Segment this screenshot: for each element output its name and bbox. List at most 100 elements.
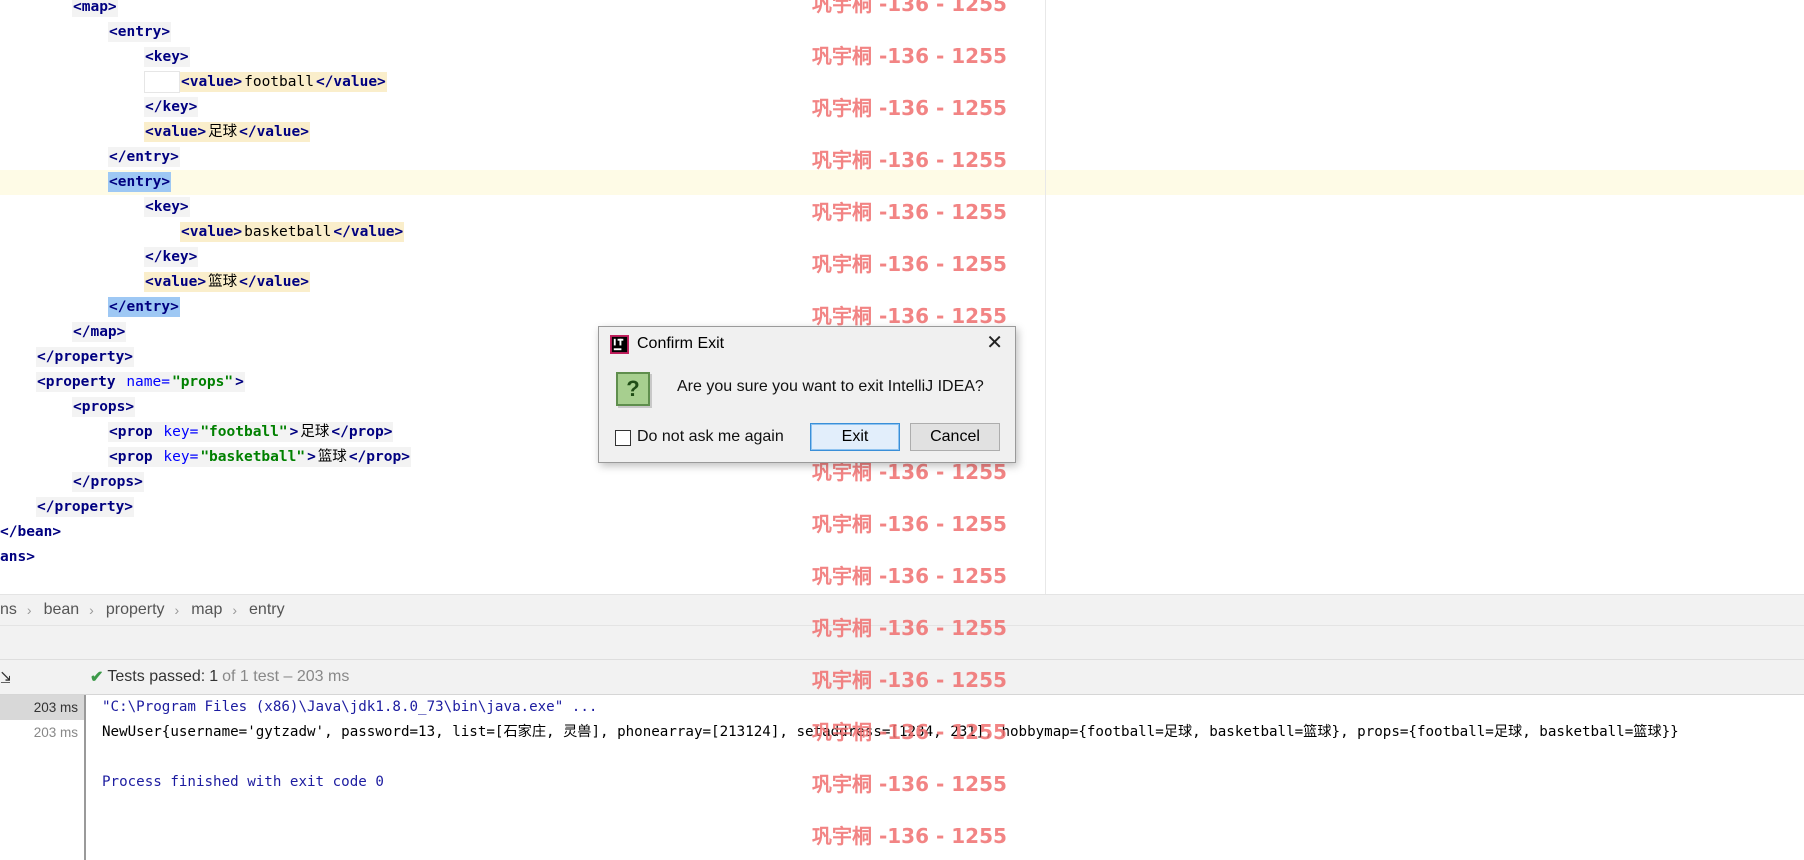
breadcrumb-item-entry[interactable]: entry [249, 601, 285, 619]
code-line-content: <entry> [108, 20, 172, 45]
breadcrumb-item-ns[interactable]: ns [0, 601, 17, 619]
code-token: </bean> [0, 524, 62, 540]
code-line-content: </props> [72, 470, 144, 495]
code-line[interactable]: </entry> [0, 145, 1804, 170]
test-tree-row-test[interactable]: 203 ms [0, 720, 84, 745]
code-token: "props" [170, 372, 235, 392]
console-output[interactable]: "C:\Program Files (x86)\Java\jdk1.8.0_73… [102, 695, 1804, 860]
breadcrumb-item-map[interactable]: map [191, 601, 222, 619]
code-token: key= [162, 447, 200, 467]
run-toolbar-icon[interactable]: ⇲ [0, 668, 10, 688]
code-token: 篮球 [316, 447, 348, 467]
code-line-content: <value> 足球 </value> [144, 120, 310, 145]
breadcrumb-item-property[interactable]: property [106, 601, 165, 619]
code-line[interactable]: </key> [0, 245, 1804, 270]
code-lines: <map> <entry> <key> <value> football </value>… [0, 0, 1804, 570]
chevron-right-icon: › [174, 602, 180, 618]
code-line-content: <prop key= "football" > 足球 </prop> [108, 420, 394, 445]
cancel-button[interactable]: Cancel [910, 423, 1000, 451]
chevron-right-icon: › [26, 602, 32, 618]
code-token: </value> [332, 222, 405, 242]
code-token: </entry> [108, 297, 180, 317]
code-token: football [243, 72, 315, 92]
code-token: </entry> [108, 147, 180, 167]
code-line-content: </property> [36, 345, 135, 370]
code-line-content: ans> [0, 545, 35, 570]
code-line[interactable]: <value> football </value> [0, 70, 1804, 95]
code-line-content: <map> [72, 0, 118, 20]
code-token: </property> [36, 347, 135, 367]
code-line[interactable]: <value> basketball </value> [0, 220, 1804, 245]
code-line-content: <prop key= "basketball" > 篮球 </prop> [108, 445, 411, 470]
test-tree-row-root[interactable]: 203 ms [0, 695, 84, 720]
exit-button[interactable]: Exit [810, 423, 900, 451]
console-line-output: NewUser{username='gytzadw', password=13,… [102, 724, 1679, 740]
code-line[interactable]: <entry> [0, 170, 1804, 195]
code-line[interactable]: <value> 篮球 </value> [0, 270, 1804, 295]
code-line[interactable]: </key> [0, 95, 1804, 120]
dialog-message: Are you sure you want to exit IntelliJ I… [677, 378, 984, 395]
code-token: basketball [243, 222, 333, 242]
code-line[interactable]: </bean> [0, 520, 1804, 545]
code-token: ans> [0, 549, 35, 565]
indent-marker [144, 71, 180, 93]
code-line[interactable]: </props> [0, 470, 1804, 495]
console-line-command: "C:\Program Files (x86)\Java\jdk1.8.0_73… [102, 699, 598, 715]
run-panel-body: 203 ms 203 ms "C:\Program Files (x86)\Ja… [0, 695, 1804, 860]
code-line[interactable]: <key> [0, 45, 1804, 70]
code-token: <value> [144, 122, 208, 142]
intellij-app-icon [610, 335, 629, 354]
code-line-content: </entry> [108, 145, 180, 170]
code-line-content: <entry> [108, 170, 172, 195]
check-icon: ✔ [90, 669, 104, 686]
code-token: <value> [180, 222, 244, 242]
code-token: "football" [199, 422, 289, 442]
code-line[interactable]: </property> [0, 495, 1804, 520]
code-line[interactable]: <entry> [0, 20, 1804, 45]
code-line[interactable]: ans> [0, 545, 1804, 570]
code-line[interactable]: </entry> [0, 295, 1804, 320]
code-token: 足球 [299, 422, 331, 442]
code-line-content: </property> [36, 495, 135, 520]
code-token: <key> [144, 197, 190, 217]
code-token: <prop [108, 447, 163, 467]
code-token: </key> [144, 247, 199, 267]
breadcrumb-item-bean[interactable]: bean [44, 601, 80, 619]
code-token: </property> [36, 497, 135, 517]
code-line-content: <key> [144, 45, 190, 70]
do-not-ask-checkbox[interactable] [615, 430, 631, 446]
code-line-content: </bean> [0, 520, 61, 545]
code-token: </prop> [347, 447, 411, 467]
tests-status-prefix: Tests passed: [107, 668, 206, 685]
code-token: > [234, 372, 245, 392]
code-token: 足球 [207, 122, 239, 142]
code-line-content: <key> [144, 195, 190, 220]
right-margin-guide [1045, 0, 1046, 594]
code-token: <props> [72, 397, 136, 417]
code-line-content: <property name= "props" > [36, 370, 245, 395]
code-token: <value> [144, 272, 208, 292]
code-token: name= [125, 372, 171, 392]
dialog-title: Confirm Exit [637, 335, 725, 352]
confirm-exit-dialog: Confirm Exit ✕ ? Are you sure you want t… [598, 326, 1016, 463]
code-token: </value> [238, 122, 310, 142]
tests-status: ✔ Tests passed: 1 of 1 test – 203 ms [90, 667, 349, 687]
run-panel-header: ⇲ ✔ Tests passed: 1 of 1 test – 203 ms [0, 660, 1804, 695]
code-token: </props> [72, 472, 144, 492]
code-line[interactable]: <map> [0, 0, 1804, 20]
code-token: </prop> [330, 422, 394, 442]
close-icon[interactable]: ✕ [986, 333, 1003, 353]
test-tree[interactable]: 203 ms 203 ms [0, 695, 86, 860]
code-line-content: <value> basketball </value> [180, 220, 405, 245]
breadcrumb: ns › bean › property › map › entry [0, 594, 1804, 626]
code-line[interactable]: <value> 足球 </value> [0, 120, 1804, 145]
code-token: </key> [144, 97, 199, 117]
code-line-content: </map> [72, 320, 127, 345]
code-line[interactable]: <key> [0, 195, 1804, 220]
code-token: <entry> [108, 172, 172, 192]
code-token: <entry> [108, 22, 172, 42]
code-editor[interactable]: <map> <entry> <key> <value> football </value>… [0, 0, 1804, 594]
panel-divider [0, 626, 1804, 660]
do-not-ask-label[interactable]: Do not ask me again [637, 428, 784, 446]
